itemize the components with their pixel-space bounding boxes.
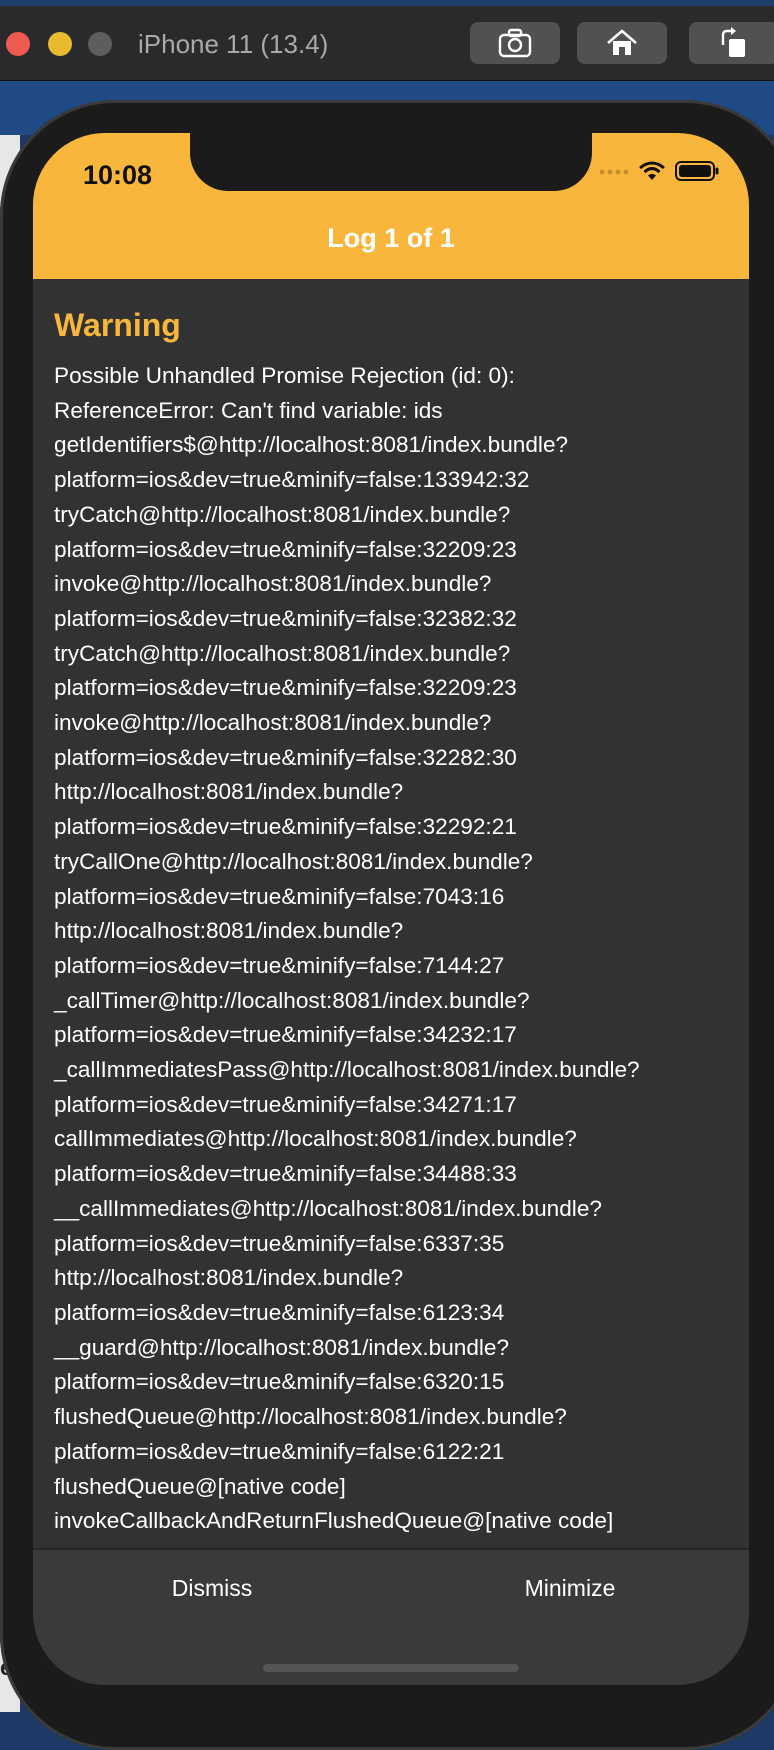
window-zoom-button[interactable] [88,32,112,56]
phone-screen: 10:08 Log 1 of 1 Warning Possible Unhand… [33,133,749,1685]
notch [190,133,592,191]
log-header: 10:08 Log 1 of 1 [33,133,749,279]
window-minimize-button[interactable] [48,32,72,56]
rotate-button[interactable] [689,22,774,64]
toolbar-top-edge [0,0,774,6]
dismiss-button[interactable]: Dismiss [33,1575,391,1602]
log-level: Warning [54,307,181,343]
log-title: Log 1 of 1 [327,223,455,253]
status-time: 10:08 [83,160,153,190]
wifi-icon [639,161,665,180]
home-icon [607,29,637,55]
signal-icon [599,169,629,175]
home-button[interactable] [577,22,667,64]
status-icons [599,161,719,181]
camera-icon [498,28,532,58]
simulator-title: iPhone 11 (13.4) [138,29,329,59]
log-content[interactable]: Warning Possible Unhandled Promise Rejec… [54,305,734,1539]
window-close-button[interactable] [6,32,30,56]
home-indicator[interactable] [263,1664,519,1672]
log-message: Possible Unhandled Promise Rejection (id… [54,363,640,1534]
simulator-toolbar: iPhone 11 (13.4) [0,0,774,81]
battery-icon [675,161,719,181]
minimize-button[interactable]: Minimize [391,1575,749,1602]
rotate-icon [721,27,745,57]
screenshot-button[interactable] [470,22,560,64]
